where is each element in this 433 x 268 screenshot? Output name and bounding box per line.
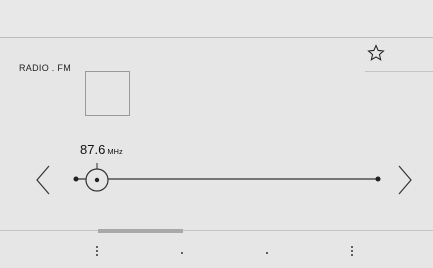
favorite-button[interactable] [362,40,390,66]
page-indicator-bar [98,229,183,233]
tuner-end-dot [375,176,381,182]
tuner-handle[interactable] [85,163,109,192]
tuner-start-dot [73,176,79,182]
frequency-readout: 87.6 MHz [80,141,123,159]
favorite-divider [365,71,433,72]
dock-button-3[interactable] [257,240,277,262]
dock-menu-button-4[interactable] [342,240,362,262]
radio-screen: RADIO . FM 87.6 MHz [0,0,433,268]
next-station-button[interactable] [394,164,416,196]
bottom-divider [0,230,433,231]
top-bar [0,0,433,38]
star-outline-icon [367,44,385,61]
frequency-tuner-slider[interactable] [70,163,388,195]
chevron-right-icon [398,165,412,195]
source-label: RADIO . FM [19,63,71,73]
chevron-left-icon [36,165,50,195]
frequency-unit: MHz [107,147,123,156]
station-artwork-placeholder [85,71,130,116]
dock-button-2[interactable] [172,240,192,262]
dock-menu-button-1[interactable] [87,240,107,262]
frequency-value: 87.6 [80,142,106,157]
previous-station-button[interactable] [33,164,55,196]
